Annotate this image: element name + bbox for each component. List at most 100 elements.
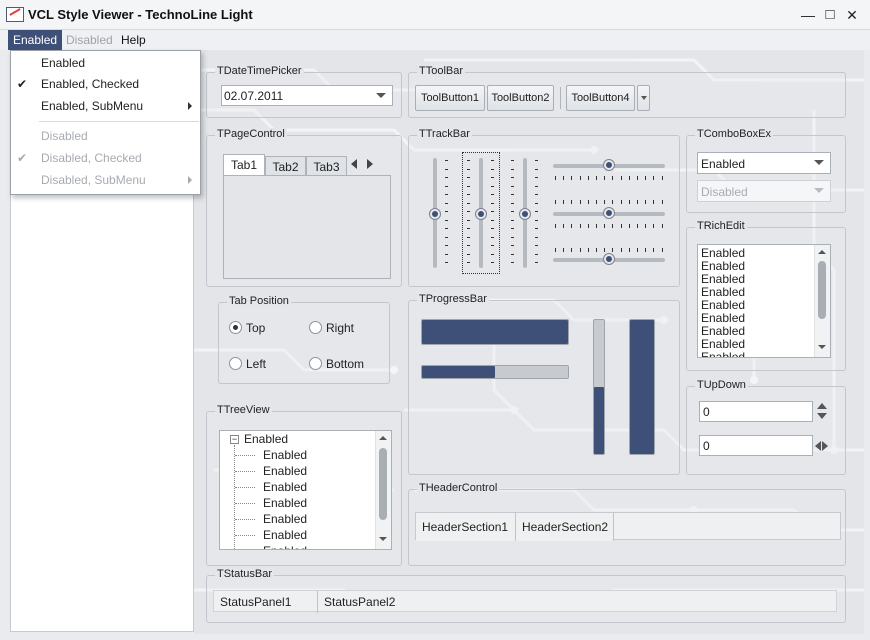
progressbar-vertical-1 [593, 319, 605, 455]
tree-node[interactable]: Enabled [263, 511, 307, 527]
trackbar-tick [535, 202, 538, 204]
tree-node[interactable]: Enabled [263, 543, 307, 549]
trackbar-tick [587, 176, 589, 180]
trackbar-tick [653, 176, 655, 180]
trackbar-tick [535, 262, 538, 263]
radio-top[interactable] [229, 321, 242, 334]
trackbar-tick [587, 200, 589, 204]
scroll-thumb[interactable] [379, 448, 387, 520]
menu-enabled[interactable]: Enabled [8, 30, 63, 50]
datetimepicker-value: 02.07.2011 [224, 89, 284, 103]
statusbar-label: TStatusBar [215, 568, 275, 580]
scroll-up-icon[interactable] [379, 436, 387, 440]
menu-item-enabled[interactable]: Enabled [11, 52, 200, 74]
trackbar-focus-rect [462, 152, 500, 274]
comboboxex-enabled[interactable]: Enabled [697, 152, 831, 174]
trackbar-tick [445, 245, 448, 246]
trackbar-thumb[interactable] [603, 159, 615, 171]
tab-scroll-left-icon[interactable] [351, 159, 357, 169]
close-button[interactable]: ✕ [841, 5, 863, 25]
trackbar-tick [604, 176, 606, 180]
trackbar-tick [511, 253, 514, 255]
trackbar-tick [661, 248, 663, 252]
comboboxex-group: TComboBoxEx Enabled Disabled [686, 128, 846, 213]
toolbar-dropdown-button[interactable] [637, 85, 650, 111]
treeview-scrollbar[interactable] [375, 431, 391, 549]
tab-3[interactable]: Tab3 [306, 156, 347, 176]
comboboxex-disabled-value: Disabled [701, 185, 748, 199]
scroll-thumb[interactable] [818, 261, 826, 319]
trackbar-tick [637, 176, 638, 180]
updown-up-icon[interactable] [817, 403, 827, 409]
tree-node[interactable]: Enabled [263, 463, 307, 479]
toolbutton-1[interactable]: ToolButton1 [415, 85, 485, 111]
scroll-down-icon[interactable] [818, 345, 826, 349]
tree-node[interactable]: Enabled [263, 447, 307, 463]
trackbar-tick [645, 248, 647, 252]
trackbar-tick [604, 224, 606, 228]
menu-item-enabled-submenu[interactable]: Enabled, SubMenu [11, 95, 200, 117]
updown-field-1[interactable]: 0 [699, 401, 813, 422]
header-section-1[interactable]: HeaderSection1 [416, 513, 516, 541]
richedit[interactable]: Enabled Enabled Enabled Enabled Enabled Enabl… [697, 244, 831, 358]
trackbar-tick [579, 200, 581, 204]
menu-item-disabled: Disabled [11, 125, 200, 147]
dropdown-arrow-icon[interactable] [814, 160, 824, 165]
headercontrol-group: THeaderControl HeaderSection1 HeaderSect… [408, 482, 846, 566]
tree-node[interactable]: Enabled [263, 479, 307, 495]
radio-left[interactable] [229, 357, 242, 370]
tab-scroll-right-icon[interactable] [367, 159, 373, 169]
tree-node[interactable]: Enabled [263, 527, 307, 543]
header-section-2[interactable]: HeaderSection2 [516, 513, 614, 541]
radio-bottom[interactable] [309, 357, 322, 370]
trackbar-tick [511, 236, 514, 238]
tree-collapse-icon[interactable]: − [230, 435, 239, 444]
radio-right[interactable] [309, 321, 322, 334]
progressbar-fill [422, 366, 495, 378]
menu-help[interactable]: Help [116, 30, 151, 50]
tree-connector [235, 519, 255, 520]
trackbar-thumb[interactable] [429, 208, 441, 220]
title-bar[interactable]: VCL Style Viewer - TechnoLine Light — □ … [0, 0, 870, 30]
trackbar-tick [535, 228, 538, 229]
trackbar-thumb[interactable] [603, 207, 615, 219]
toolbutton-2[interactable]: ToolButton2 [487, 85, 554, 111]
trackbar-tick [445, 236, 448, 238]
trackbar-tick [628, 200, 630, 204]
trackbar-tick [596, 224, 597, 228]
tab-1[interactable]: Tab1 [223, 154, 265, 176]
trackbar-thumb[interactable] [519, 208, 531, 220]
tree-node[interactable]: Enabled [263, 495, 307, 511]
trackbar-tick [620, 200, 622, 204]
datetimepicker-field[interactable]: 02.07.2011 [221, 85, 393, 106]
treeview[interactable]: − Enabled Enabled Enabled Enabled Enabled En… [219, 430, 392, 550]
scroll-down-icon[interactable] [379, 537, 387, 541]
menu-item-enabled-checked[interactable]: Enabled, Checked ✔ [11, 73, 200, 95]
tree-connector [235, 535, 255, 536]
menu-disabled[interactable]: Disabled [61, 30, 118, 50]
trackbar-tick [596, 200, 597, 204]
dropdown-arrow-icon[interactable] [376, 93, 386, 98]
trackbar-tick [535, 245, 538, 246]
radio-left-label: Left [246, 357, 267, 371]
tree-root-node[interactable]: Enabled [244, 431, 288, 447]
trackbar-thumb[interactable] [603, 253, 615, 265]
minimize-button[interactable]: — [797, 5, 819, 25]
trackbar-tick [511, 160, 514, 161]
richedit-scrollbar[interactable] [814, 245, 830, 357]
trackbar-tick [653, 224, 655, 228]
trackbar-tick [628, 224, 630, 228]
updown-down-icon[interactable] [817, 413, 827, 419]
updown-field-2[interactable]: 0 [699, 435, 813, 456]
tab-2[interactable]: Tab2 [265, 156, 306, 176]
toolbutton-4[interactable]: ToolButton4 [566, 85, 635, 111]
comboboxex-label: TComboBoxEx [695, 128, 773, 140]
tree-connector [235, 455, 255, 456]
scroll-up-icon[interactable] [818, 250, 826, 254]
updown-left-icon[interactable] [815, 441, 821, 451]
trackbar-tick [535, 185, 538, 187]
updown-right-icon[interactable] [822, 441, 828, 451]
trackbar-tick [511, 168, 514, 170]
maximize-button[interactable]: □ [819, 5, 841, 25]
tabposition-label: Tab Position [227, 295, 291, 307]
